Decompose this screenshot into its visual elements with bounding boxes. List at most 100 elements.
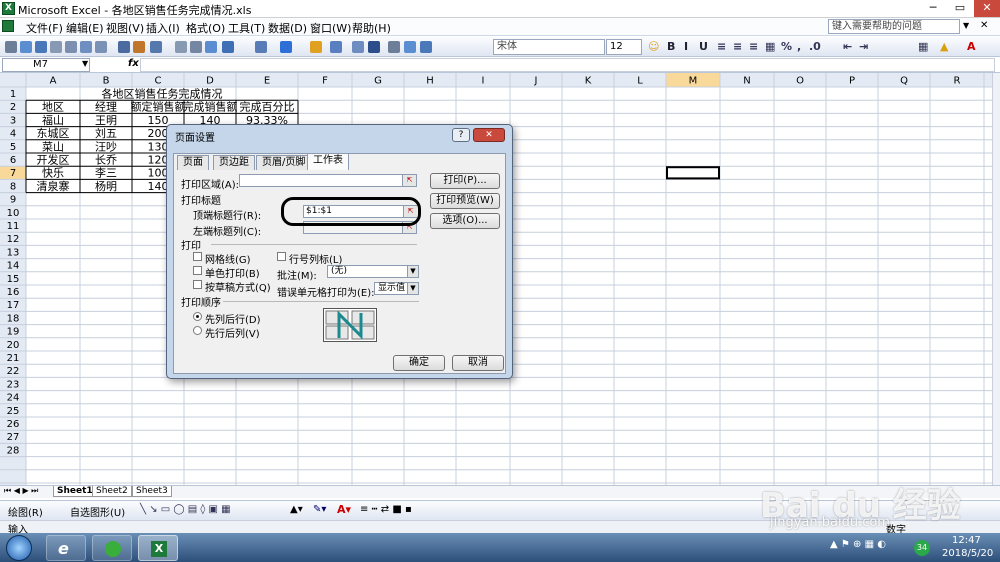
row-header[interactable]: 20 [7, 340, 20, 351]
tab-margins[interactable]: 页边距 [213, 155, 255, 170]
header-cell[interactable]: 完成百分比 [240, 100, 295, 114]
draw-menu-button[interactable]: 绘图(R) [8, 504, 43, 519]
toolbar-button-icon[interactable] [222, 41, 234, 53]
column-header[interactable]: L [637, 76, 643, 87]
column-header[interactable]: I [482, 76, 485, 87]
column-header[interactable]: G [374, 76, 382, 87]
row-header[interactable]: 2 [10, 102, 16, 113]
fill-color-icon[interactable]: ▲▾ [290, 504, 303, 515]
column-header[interactable]: R [954, 76, 961, 87]
format-button-icon[interactable]: % [781, 40, 792, 53]
menu-help[interactable]: 帮助(H) [352, 20, 391, 36]
font-color-icon[interactable]: A▾ [337, 503, 351, 516]
format-button-icon[interactable]: ☺ [648, 40, 659, 53]
tray-badge[interactable]: 34 [914, 540, 930, 556]
menu-view[interactable]: 视图(V) [106, 20, 144, 36]
column-header[interactable]: K [585, 76, 592, 87]
row-header[interactable]: 18 [7, 313, 20, 324]
data-cell[interactable]: 150 [148, 114, 169, 127]
row-header[interactable]: 1 [10, 89, 16, 100]
row-header[interactable]: 10 [7, 208, 20, 219]
column-header[interactable]: D [206, 76, 214, 87]
clock-date[interactable]: 2018/5/20 [942, 548, 993, 559]
column-header[interactable]: H [426, 76, 434, 87]
collapse-dialog-icon[interactable]: ⇱ [402, 175, 416, 186]
column-header[interactable]: B [103, 76, 110, 87]
errors-select[interactable]: 显示值 ▼ [374, 282, 419, 295]
header-cell[interactable]: 额定销售额 [131, 100, 186, 114]
toolbar-button-icon[interactable] [205, 41, 217, 53]
data-cell[interactable]: 福山 [42, 113, 64, 127]
column-header[interactable]: E [264, 76, 270, 87]
toolbar-button-icon[interactable] [175, 41, 187, 53]
toolbar-button-icon[interactable] [255, 41, 267, 53]
browser-taskbar-icon[interactable] [92, 535, 132, 561]
toolbar-button-icon[interactable] [95, 41, 107, 53]
row-header[interactable]: 28 [7, 445, 20, 456]
clock-time[interactable]: 12:47 [952, 535, 981, 546]
row-header[interactable]: 14 [7, 261, 20, 272]
sheet-tab-1[interactable]: Sheet1 [53, 486, 97, 497]
options-button[interactable]: 选项(O)... [430, 213, 500, 229]
column-header[interactable]: M [689, 76, 698, 87]
row-header[interactable]: 23 [7, 379, 20, 390]
toolbar-button-icon[interactable] [50, 41, 62, 53]
line-style-icons[interactable]: ≡ ┅ ⇄ ■ ▪ [360, 504, 412, 515]
tab-scroll-icons[interactable]: ⏮ ◀ ▶ ⏭ [4, 486, 38, 496]
menu-tools[interactable]: 工具(T) [228, 20, 265, 36]
row-header[interactable]: 3 [10, 115, 16, 126]
format-button-icon[interactable]: ≡ [749, 40, 758, 53]
row-header[interactable]: 24 [7, 393, 20, 404]
row-header[interactable]: 16 [7, 287, 20, 298]
header-cell[interactable]: 完成销售额 [183, 100, 238, 114]
format-button-icon[interactable]: .0 [809, 40, 821, 53]
column-header[interactable]: C [155, 76, 162, 87]
name-box-dropdown-icon[interactable]: ▼ [82, 59, 88, 68]
name-box[interactable]: M7 [2, 58, 90, 72]
menu-format[interactable]: 格式(O) [186, 20, 225, 36]
tab-page[interactable]: 页面 [177, 155, 209, 170]
workbook-close-icon[interactable]: ✕ [980, 20, 988, 31]
column-header[interactable]: J [534, 76, 538, 87]
format-button-icon[interactable]: ▦ [765, 40, 775, 53]
menu-edit[interactable]: 编辑(E) [66, 20, 104, 36]
data-cell[interactable]: 刘五 [95, 127, 117, 140]
active-cell[interactable] [666, 166, 720, 180]
format-button-icon[interactable]: B [667, 40, 675, 53]
data-cell[interactable]: 杨明 [95, 179, 117, 193]
toolbar-button-icon[interactable] [190, 41, 202, 53]
toolbar-button-icon[interactable] [368, 41, 380, 53]
ok-button[interactable]: 确定 [393, 355, 445, 371]
row-header[interactable]: 21 [7, 353, 20, 364]
header-cell[interactable]: 经理 [95, 101, 117, 114]
row-header[interactable]: 9 [10, 195, 16, 206]
menu-file[interactable]: 文件(F) [26, 20, 63, 36]
line-color-icon[interactable]: ✎▾ [313, 504, 326, 515]
toolbar-button-icon[interactable] [280, 41, 292, 53]
format-button-icon[interactable]: ≡ [733, 40, 742, 53]
start-button[interactable] [6, 535, 32, 561]
data-cell[interactable]: 李三 [95, 166, 117, 180]
close-button[interactable]: ✕ [974, 0, 1000, 17]
format-button-icon[interactable]: I [684, 40, 688, 53]
data-cell[interactable]: 快乐 [42, 167, 64, 180]
data-cell[interactable]: 菜山 [42, 140, 64, 153]
row-header[interactable]: 19 [7, 327, 20, 338]
row-header[interactable]: 13 [7, 247, 20, 258]
comments-select[interactable]: (无) ▼ [327, 265, 419, 278]
line-tool-icon[interactable]: ╲ ↘ ▭ ◯ ▤ ◊ ▣ ▦ [140, 504, 231, 515]
toolbar-button-icon[interactable] [133, 41, 145, 53]
format-button-icon[interactable]: U [699, 40, 708, 53]
help-search-input[interactable]: 键入需要帮助的问题 [828, 19, 960, 34]
header-cell[interactable]: 地区 [42, 101, 64, 114]
toolbar-button-icon[interactable] [20, 41, 32, 53]
autoshapes-button[interactable]: 自选图形(U) [70, 504, 125, 519]
tab-header-footer[interactable]: 页眉/页脚 [256, 155, 312, 170]
tab-sheet[interactable]: 工作表 [307, 153, 349, 170]
insert-function-icon[interactable]: fx [128, 58, 139, 69]
print-area-input[interactable]: ⇱ [239, 174, 417, 187]
maximize-button[interactable]: ▭ [947, 0, 973, 17]
column-header[interactable]: N [743, 76, 750, 87]
row-header[interactable]: 7 [10, 168, 16, 179]
row-header[interactable]: 11 [7, 221, 20, 232]
